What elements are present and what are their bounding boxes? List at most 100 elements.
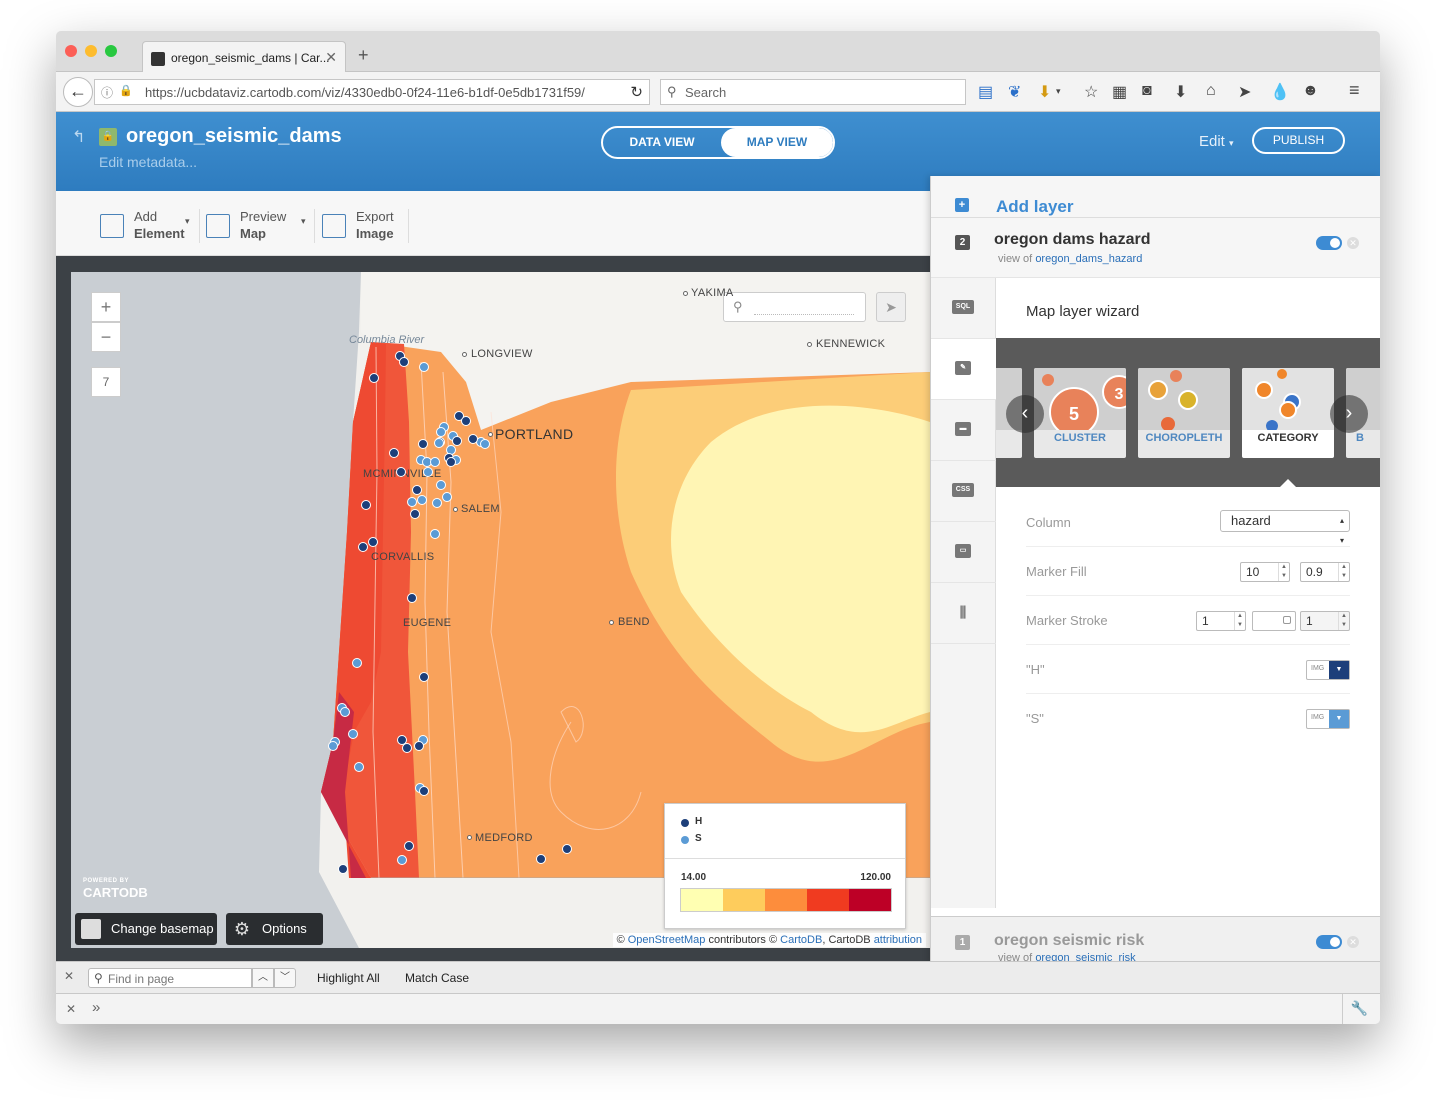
zoom-window-button[interactable] [105,45,117,57]
bookmark-star-icon[interactable]: ☆ [1084,82,1098,102]
back-arrow-icon[interactable]: ↰ [72,127,85,147]
css-tool-button[interactable]: CSS [931,461,996,522]
hamburger-menu-icon[interactable]: ≡ [1349,80,1360,101]
wizard-card-choropleth[interactable]: CHOROPLETH [1138,368,1230,458]
dam-point[interactable] [418,439,428,449]
dam-point[interactable] [436,427,446,437]
options-button[interactable]: ⚙ Options [226,913,323,945]
dam-point[interactable] [369,373,379,383]
close-devbar-icon[interactable]: ✕ [66,1002,76,1016]
page-title[interactable]: oregon_seismic_dams [126,125,342,148]
category-s-color-picker[interactable]: IMG ▼ [1306,709,1350,729]
dam-point[interactable] [417,495,427,505]
dam-point[interactable] [399,357,409,367]
dam-point[interactable] [419,786,429,796]
dam-point[interactable] [396,467,406,477]
dam-point[interactable] [328,741,338,751]
reading-list-icon[interactable]: ▦ [1112,82,1127,102]
url-bar[interactable]: ⓘ 🔒 https://ucbdataviz.cartodb.com/viz/4… [94,79,650,105]
dam-point[interactable] [423,467,433,477]
close-find-bar-icon[interactable]: ✕ [64,969,74,983]
openstreetmap-link[interactable]: OpenStreetMap [628,934,706,946]
dam-point[interactable] [352,658,362,668]
downloads-icon[interactable]: ⬇ [1174,82,1187,102]
marker-stroke-color-picker[interactable] [1252,611,1296,631]
close-tab-icon[interactable]: ✕ [325,49,337,66]
wizard-card-category[interactable]: CATEGORY [1242,368,1334,458]
dam-point[interactable] [452,436,462,446]
legend-tool-button[interactable]: ▭ [931,522,996,583]
stepper-arrows-icon[interactable]: ▲ ▼ [1338,563,1349,581]
category-h-color-picker[interactable]: IMG ▼ [1306,660,1350,680]
highlight-all-option[interactable]: Highlight All [317,971,380,985]
dam-point[interactable] [340,707,350,717]
zoom-in-button[interactable]: + [91,292,121,322]
send-icon[interactable]: ➤ [1238,82,1251,102]
edit-metadata-link[interactable]: Edit metadata... [99,154,197,170]
wizard-card-cluster[interactable]: 5 3 CLUSTER [1034,368,1126,458]
dam-point[interactable] [404,841,414,851]
layer-header-2[interactable]: 2 oregon dams hazard view of oregon_dams… [931,218,1380,278]
column-select[interactable]: hazard ▴ ▾ [1220,510,1350,545]
search-input[interactable]: ⚲ Search [660,79,966,105]
publish-button[interactable]: PUBLISH [1252,127,1345,154]
layer-name[interactable]: oregon dams hazard [994,231,1150,249]
emoji-icon[interactable]: ☻ [1302,82,1319,100]
layer-source-link[interactable]: oregon_dams_hazard [1035,253,1142,265]
map-view-button[interactable]: MAP VIEW [721,128,833,157]
dam-point[interactable] [354,762,364,772]
chevron-right-icon[interactable]: » [92,999,100,1016]
carousel-prev-button[interactable]: ‹ [1006,395,1044,433]
extension-icon[interactable]: ❦ [1008,82,1021,102]
stepper-arrows-icon[interactable]: ▲ ▼ [1278,563,1289,581]
layer-name[interactable]: oregon seismic risk [994,932,1144,950]
marker-stroke-width-stepper[interactable]: 1 ▲ ▼ [1196,611,1246,631]
zoom-out-button[interactable]: − [91,322,121,352]
dam-point[interactable] [407,593,417,603]
chevron-down-icon[interactable]: ▼ [1329,661,1349,679]
filter-tool-button[interactable]: ⫼ [931,583,996,644]
change-basemap-button[interactable]: Change basemap [75,913,217,945]
cartodb-link[interactable]: CartoDB [780,934,822,946]
dam-point[interactable] [358,542,368,552]
dam-point[interactable] [434,438,444,448]
dam-point[interactable] [402,743,412,753]
chevron-down-icon[interactable]: ▼ [1329,710,1349,728]
dam-point[interactable] [419,672,429,682]
drop-icon[interactable]: 💧 [1270,82,1290,102]
dam-point[interactable] [430,457,440,467]
close-window-button[interactable] [65,45,77,57]
reload-icon[interactable]: ↻ [630,83,643,101]
dam-point[interactable] [397,855,407,865]
match-case-option[interactable]: Match Case [405,971,469,985]
dam-point[interactable] [432,498,442,508]
dam-point[interactable] [368,537,378,547]
dam-point[interactable] [562,844,572,854]
dam-point[interactable] [348,729,358,739]
dam-point[interactable] [414,741,424,751]
stepper-arrows-icon[interactable]: ▲ ▼ [1338,612,1349,630]
dam-point[interactable] [410,509,420,519]
marker-fill-opacity-stepper[interactable]: 0.9 ▲ ▼ [1300,562,1350,582]
dam-point[interactable] [480,439,490,449]
close-icon[interactable]: ✕ [1347,936,1359,948]
dam-point[interactable] [446,457,456,467]
add-layer-button[interactable]: + Add layer [931,176,1380,218]
dam-point[interactable] [389,448,399,458]
minimize-window-button[interactable] [85,45,97,57]
download-helper-icon[interactable]: ⬇ [1038,82,1051,102]
dam-point[interactable] [461,416,471,426]
dam-point[interactable] [430,529,440,539]
attribution-link[interactable]: attribution [874,934,922,946]
infowindow-tool-button[interactable]: ▬ [931,400,996,461]
info-icon[interactable]: ⓘ [101,84,113,101]
wrench-icon[interactable]: 🔧 [1351,1000,1368,1017]
dam-point[interactable] [361,500,371,510]
privacy-lock-icon[interactable]: 🔒 [99,128,117,146]
close-icon[interactable]: ✕ [1347,237,1359,249]
wizard-tool-button[interactable]: ✎ [931,339,996,400]
marker-stroke-opacity-stepper[interactable]: 1 ▲ ▼ [1300,611,1350,631]
dam-point[interactable] [442,492,452,502]
carousel-next-button[interactable]: › [1330,395,1368,433]
pocket-icon[interactable]: ◙ [1142,82,1152,100]
